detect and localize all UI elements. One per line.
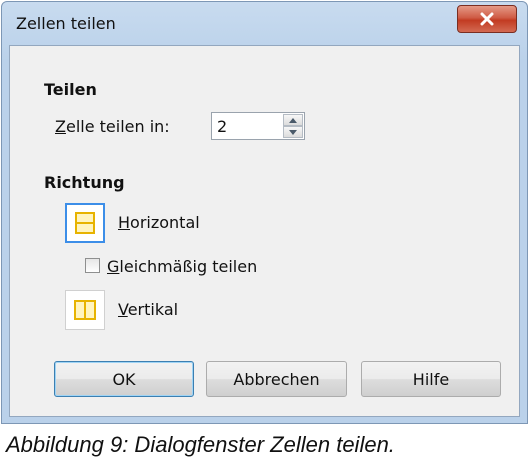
stepper-up-button[interactable] xyxy=(283,114,303,126)
chevron-up-icon xyxy=(289,117,297,123)
horizontal-option[interactable] xyxy=(65,203,105,243)
title-bar[interactable]: Zellen teilen xyxy=(2,2,527,44)
cells-count-stepper[interactable]: 2 xyxy=(211,112,305,140)
dialog-title: Zellen teilen xyxy=(16,14,116,33)
chevron-down-icon xyxy=(289,129,297,135)
cancel-button[interactable]: Abbrechen xyxy=(206,361,347,397)
vertical-option[interactable] xyxy=(65,290,105,330)
split-horizontal-icon xyxy=(75,212,95,234)
cells-count-value[interactable]: 2 xyxy=(217,117,227,136)
cells-count-label: Zelle teilen in: xyxy=(55,117,170,136)
equal-split-checkbox[interactable] xyxy=(85,258,100,273)
dialog-content: Teilen Zelle teilen in: 2 Richtung Horiz… xyxy=(9,45,520,417)
split-vertical-icon xyxy=(74,300,96,320)
stepper-down-button[interactable] xyxy=(283,126,303,138)
close-icon xyxy=(480,12,494,26)
equal-split-label[interactable]: Gleichmäßig teilen xyxy=(107,257,257,276)
help-button[interactable]: Hilfe xyxy=(361,361,501,397)
horizontal-label[interactable]: Horizontal xyxy=(118,213,200,232)
ok-button[interactable]: OK xyxy=(54,361,194,397)
vertical-label[interactable]: Vertikal xyxy=(118,300,178,319)
split-cells-dialog: Zellen teilen Teilen Zelle teilen in: 2 … xyxy=(1,1,528,424)
close-button[interactable] xyxy=(457,5,517,33)
direction-section-heading: Richtung xyxy=(44,173,125,192)
figure-caption: Abbildung 9: Dialogfenster Zellen teilen… xyxy=(6,432,395,457)
split-section-heading: Teilen xyxy=(44,80,97,99)
